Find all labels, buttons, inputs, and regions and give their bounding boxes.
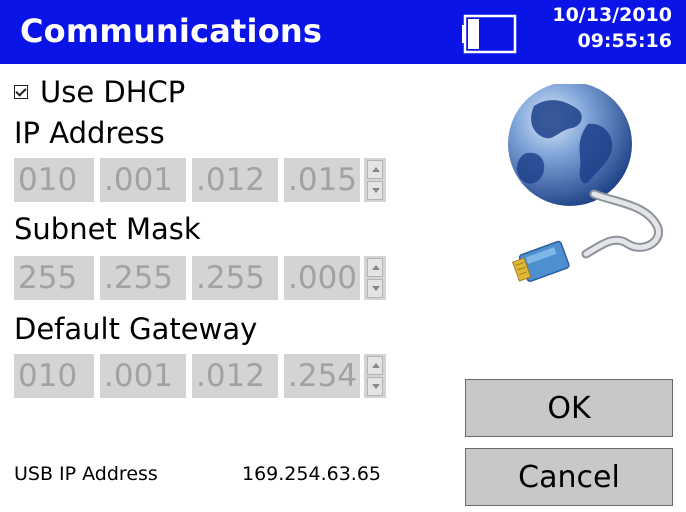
subnet-octet-4[interactable]: .000: [284, 256, 360, 300]
battery-icon: [462, 14, 517, 54]
usb-ip-label: USB IP Address: [14, 463, 158, 485]
datetime: 10/13/2010 09:55:16: [552, 2, 672, 54]
page-title: Communications: [20, 12, 323, 50]
cancel-button[interactable]: Cancel: [465, 448, 673, 506]
subnet-octet-2[interactable]: .255: [100, 256, 186, 300]
gateway-octet-3[interactable]: .012: [192, 354, 278, 398]
ip-address-label: IP Address: [14, 116, 165, 150]
usb-ip-value: 169.254.63.65: [242, 463, 382, 485]
gateway-octet-4[interactable]: .254: [284, 354, 360, 398]
ip-octet-2[interactable]: .001: [100, 158, 186, 202]
date-text: 10/13/2010: [552, 4, 672, 26]
spin-down-icon[interactable]: [367, 377, 383, 396]
spin-down-icon[interactable]: [367, 181, 383, 200]
use-dhcp-checkbox[interactable]: Use DHCP: [14, 72, 185, 112]
title-bar: Communications 10/13/2010 09:55:16: [0, 0, 686, 64]
gateway-octet-1[interactable]: 010: [14, 354, 94, 398]
subnet-mask-field[interactable]: 255 .255 .255 .000: [14, 256, 386, 300]
default-gateway-label: Default Gateway: [14, 312, 258, 346]
ip-address-field[interactable]: 010 .001 .012 .015: [14, 158, 386, 202]
subnet-spinner[interactable]: [364, 256, 386, 300]
ip-octet-3[interactable]: .012: [192, 158, 278, 202]
spin-up-icon[interactable]: [367, 356, 383, 375]
ok-button[interactable]: OK: [465, 379, 673, 437]
subnet-octet-1[interactable]: 255: [14, 256, 94, 300]
spin-up-icon[interactable]: [367, 258, 383, 277]
checkbox-checked-icon[interactable]: [14, 85, 28, 99]
spin-up-icon[interactable]: [367, 160, 383, 179]
spin-down-icon[interactable]: [367, 279, 383, 298]
ip-spinner[interactable]: [364, 158, 386, 202]
use-dhcp-label: Use DHCP: [40, 75, 186, 109]
ip-octet-4[interactable]: .015: [284, 158, 360, 202]
gateway-octet-2[interactable]: .001: [100, 354, 186, 398]
network-globe-icon: [508, 84, 663, 282]
ip-octet-1[interactable]: 010: [14, 158, 94, 202]
gateway-spinner[interactable]: [364, 354, 386, 398]
subnet-octet-3[interactable]: .255: [192, 256, 278, 300]
subnet-mask-label: Subnet Mask: [14, 212, 201, 246]
time-text: 09:55:16: [577, 30, 672, 52]
default-gateway-field[interactable]: 010 .001 .012 .254: [14, 354, 386, 398]
